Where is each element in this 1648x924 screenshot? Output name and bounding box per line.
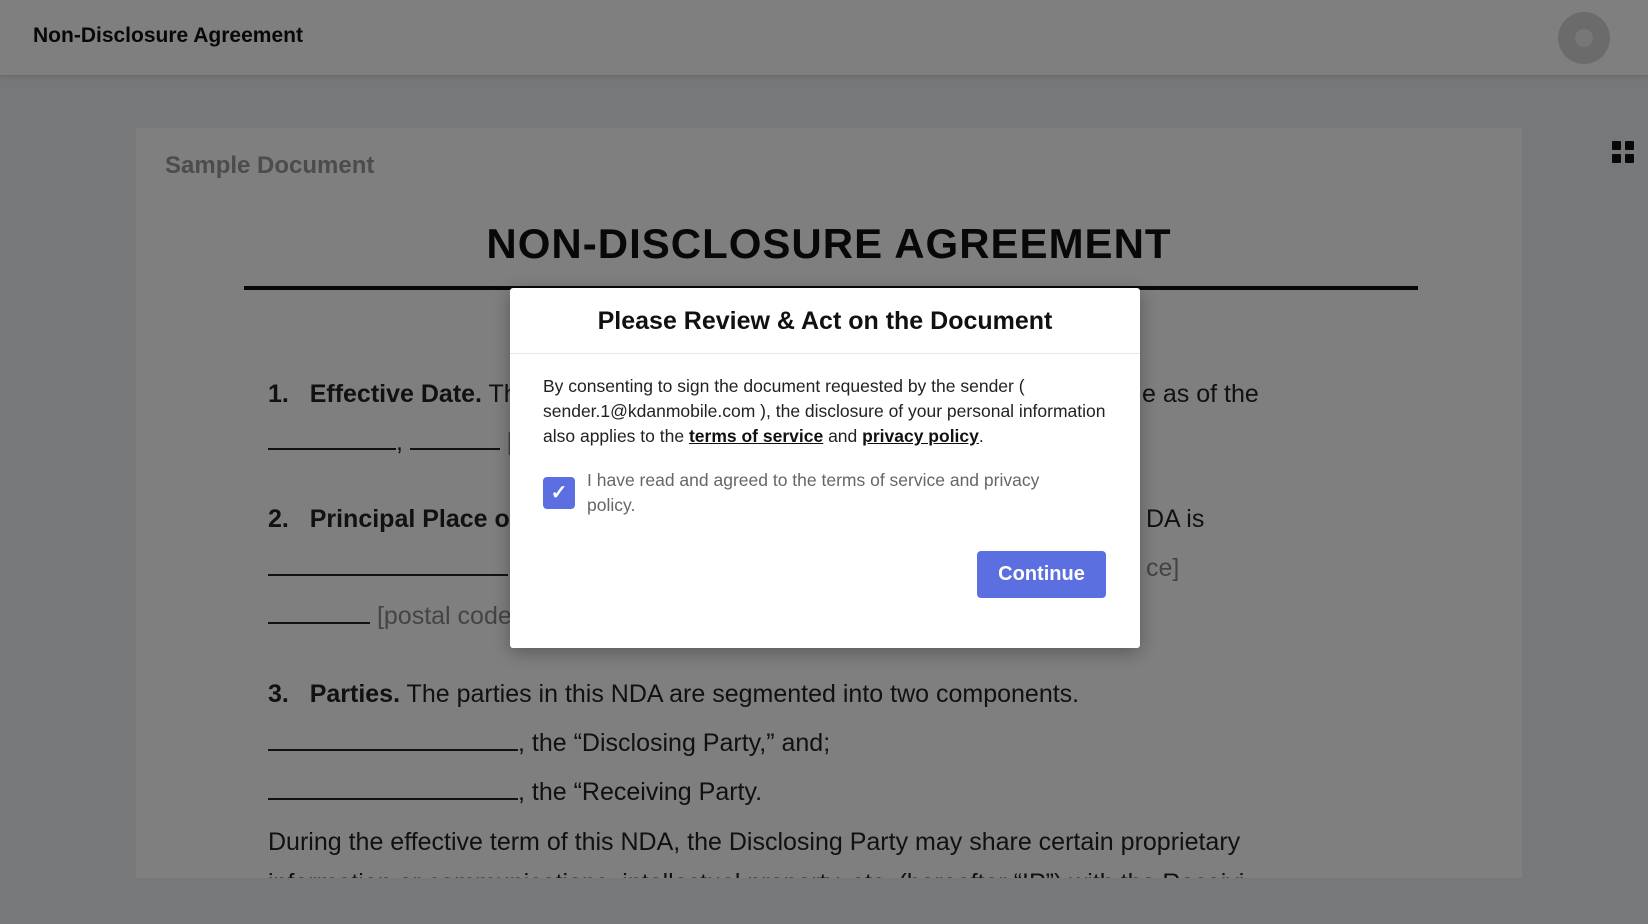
terms-of-service-link[interactable]: terms of service <box>689 426 823 446</box>
modal-title: Please Review & Act on the Document <box>597 307 1053 335</box>
continue-button[interactable]: Continue <box>977 551 1106 598</box>
body-period: . <box>978 426 984 446</box>
modal-divider <box>510 353 1140 354</box>
consent-intro: By consenting to sign the document reque… <box>543 376 1106 446</box>
consent-checkbox[interactable]: ✓ <box>543 477 575 509</box>
consent-label[interactable]: I have read and agreed to the terms of s… <box>587 468 1077 518</box>
review-modal: Please Review & Act on the Document By c… <box>510 288 1140 648</box>
modal-body-text: By consenting to sign the document reque… <box>543 374 1113 449</box>
and-text: and <box>828 426 858 446</box>
privacy-policy-link[interactable]: privacy policy <box>862 426 979 446</box>
